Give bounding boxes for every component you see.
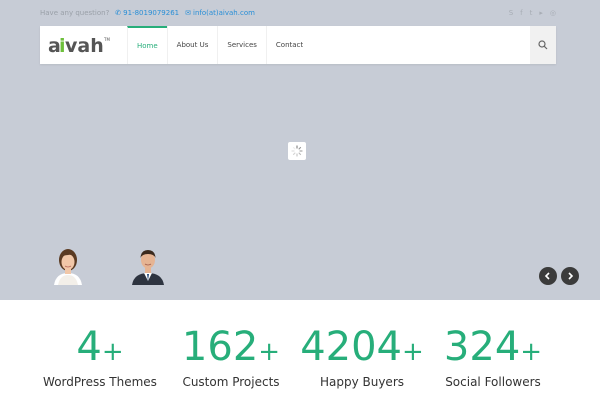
chevron-left-icon	[544, 272, 550, 280]
nav-item-services[interactable]: Services	[217, 26, 266, 64]
stat-custom-projects: 162+ Custom Projects	[161, 324, 301, 389]
nav-item-about-us[interactable]: About Us	[166, 26, 218, 64]
woman-avatar-icon	[54, 249, 82, 285]
stat-number: 4+	[76, 324, 124, 370]
search-icon	[538, 40, 548, 50]
twitter-icon[interactable]: t	[530, 9, 533, 17]
stat-label: Social Followers	[445, 375, 541, 389]
aivah-logo-icon: a i vah TM	[48, 35, 110, 56]
search-button[interactable]	[530, 26, 556, 64]
nav-item-home[interactable]: Home	[127, 26, 167, 64]
stat-social-followers: 324+ Social Followers	[423, 324, 563, 389]
youtube-icon[interactable]: ▸	[539, 9, 543, 17]
stats-section: 4+ WordPress Themes 162+ Custom Projects…	[0, 300, 600, 400]
man-avatar	[128, 245, 168, 285]
man-avatar-icon	[132, 250, 164, 285]
phone-link[interactable]: 91-8019079261	[123, 9, 179, 17]
logo[interactable]: a i vah TM	[48, 34, 118, 56]
question-text: Have any question?	[40, 9, 110, 17]
spinner-icon	[291, 145, 303, 157]
chevron-right-icon	[568, 272, 574, 280]
slider-prev-button[interactable]	[539, 267, 557, 285]
svg-text:TM: TM	[103, 37, 110, 42]
stat-number: 324+	[443, 324, 543, 370]
nav-item-contact[interactable]: Contact	[265, 26, 312, 64]
skype-icon[interactable]: S	[509, 9, 513, 17]
stat-number: 4204+	[300, 324, 424, 370]
stat-label: WordPress Themes	[43, 375, 157, 389]
loading-spinner	[288, 142, 306, 160]
stat-label: Custom Projects	[182, 375, 280, 389]
instagram-icon[interactable]: ◎	[550, 9, 556, 17]
facebook-icon[interactable]: f	[520, 9, 522, 17]
phone-icon: ✆	[115, 9, 122, 17]
social-links: S f t ▸ ◎	[509, 9, 556, 17]
slider-next-button[interactable]	[561, 267, 579, 285]
woman-avatar	[48, 245, 88, 285]
stat-happy-buyers: 4204+ Happy Buyers	[292, 324, 432, 389]
email-link[interactable]: info(at)aivah.com	[193, 9, 255, 17]
mail-icon: ✉	[185, 9, 192, 17]
stat-number: 162+	[181, 324, 281, 370]
top-bar: Have any question? ✆ 91-8019079261 ✉ inf…	[40, 4, 556, 22]
svg-text:vah: vah	[65, 35, 104, 56]
stat-wordpress-themes: 4+ WordPress Themes	[30, 324, 170, 389]
stat-label: Happy Buyers	[319, 375, 405, 389]
main-navbar: a i vah TM Home About Us Services Contac…	[40, 26, 556, 64]
main-nav: Home About Us Services Contact	[127, 26, 312, 64]
